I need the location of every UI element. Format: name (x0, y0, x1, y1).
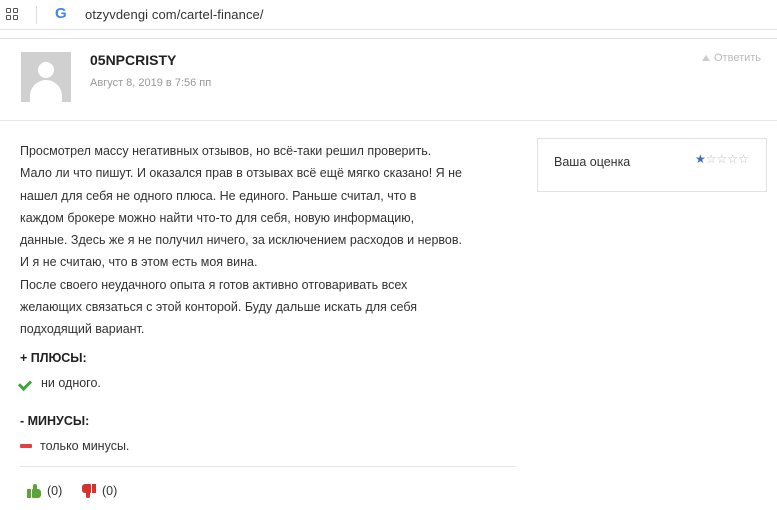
review-author: 05NPCRISTY (90, 52, 177, 68)
star-empty-icon[interactable]: ☆ (706, 152, 717, 166)
star-empty-icon[interactable]: ☆ (738, 152, 749, 166)
cons-item: только минусы. (20, 439, 129, 453)
dislike-count: (0) (102, 484, 118, 498)
review-text-line: данные. Здесь же я не получил ничего, за… (20, 233, 462, 248)
review-text-line: подходящий вариант. (20, 322, 145, 337)
star-empty-icon[interactable]: ☆ (717, 152, 728, 166)
review-text-line: каждом брокере можно найти что-то для се… (20, 210, 415, 225)
minus-icon (20, 444, 32, 448)
pros-item: ни одного. (20, 376, 101, 390)
like-count: (0) (47, 484, 63, 498)
apps-grid-icon[interactable] (6, 8, 20, 22)
dislike-button[interactable]: (0) (82, 484, 117, 498)
toolbar-divider (36, 6, 37, 24)
rating-stars[interactable]: ★ ☆ ☆ ☆ ☆ (695, 152, 749, 166)
cons-title: - МИНУСЫ: (20, 414, 90, 428)
thumbs-up-icon (27, 484, 41, 498)
pros-item-text: ни одного. (41, 376, 101, 390)
like-button[interactable]: (0) (27, 484, 62, 498)
star-empty-icon[interactable]: ☆ (727, 152, 738, 166)
review-text-line: И я не считаю, что в этом есть моя вина. (20, 255, 258, 270)
check-icon (20, 377, 34, 389)
rating-box: Ваша оценка ★ ☆ ☆ ☆ ☆ (537, 138, 767, 192)
review-text: Просмотрел массу негативных отзывов, но … (20, 140, 520, 341)
browser-address-bar: G otzyvdengi com/cartel-finance/ (0, 0, 777, 30)
arrow-up-icon (702, 55, 710, 61)
thumbs-down-icon (82, 484, 96, 498)
review-text-line: Просмотрел массу негативных отзывов, но … (20, 144, 432, 158)
cons-item-text: только минусы. (40, 439, 130, 453)
reply-label: Ответить (714, 52, 762, 64)
review-text-line: Мало ли что пишут. И оказался прав в отз… (20, 166, 463, 181)
rating-label: Ваша оценка (554, 155, 631, 169)
review-text-line: После своего неудачного опыта я готов ак… (20, 277, 408, 292)
pros-title: + ПЛЮСЫ: (20, 351, 87, 365)
review-text-line: желающих связаться с этой конторой. Буду… (20, 300, 418, 315)
star-filled-icon[interactable]: ★ (695, 152, 706, 166)
google-g-icon: G (55, 5, 67, 22)
review-date: Август 8, 2019 в 7:56 пп (90, 77, 212, 89)
review-text-line: нашел для себя не одного плюса. Не едино… (20, 188, 417, 203)
reply-button[interactable]: Ответить (702, 52, 761, 64)
footer-divider (20, 466, 515, 467)
url-text[interactable]: otzyvdengi com/cartel-finance/ (85, 7, 264, 22)
avatar (21, 52, 71, 102)
header-divider (0, 120, 777, 121)
